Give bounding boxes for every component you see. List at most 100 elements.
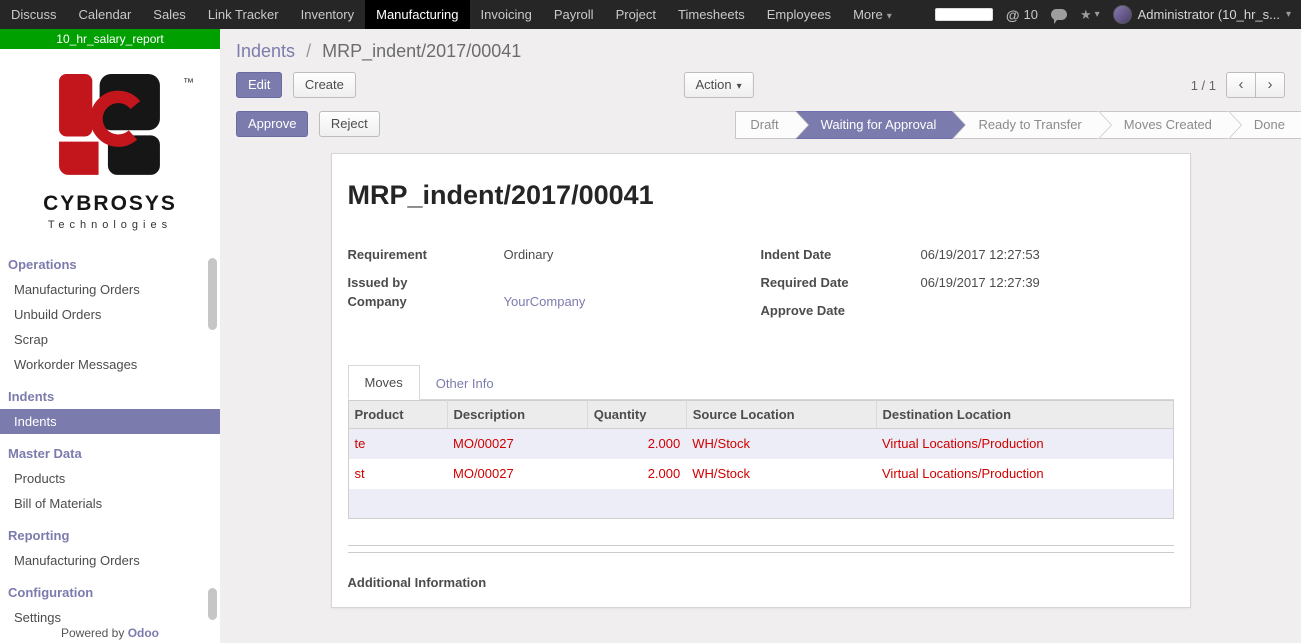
menu-payroll[interactable]: Payroll [543,0,605,29]
step-ready-to-transfer[interactable]: Ready to Transfer [952,111,1097,139]
column-header-quantity[interactable]: Quantity [587,401,686,429]
cell-description: MO/00027 [447,429,587,459]
breadcrumb: Indents / MRP_indent/2017/00041 [236,41,1301,62]
star-icon: ★ [1080,7,1092,23]
planner-progress-bar[interactable] [935,8,993,21]
required-date-value: 06/19/2017 12:27:39 [921,273,1040,292]
field-group: Requirement Ordinary Issued by Company Y… [348,245,1174,329]
pager-count: 1 / 1 [1191,78,1216,93]
cell-product: st [348,459,447,489]
column-header-description[interactable]: Description [447,401,587,429]
create-button[interactable]: Create [293,72,356,98]
menu-manufacturing[interactable]: Manufacturing [365,0,469,29]
powered-by-label: Powered by [61,626,124,640]
indent-date-label: Indent Date [761,245,921,264]
tab-other-info[interactable]: Other Info [420,367,510,400]
menu-timesheets[interactable]: Timesheets [667,0,756,29]
reject-button[interactable]: Reject [319,111,380,137]
breadcrumb-current: MRP_indent/2017/00041 [322,41,521,61]
issued-by-company-value[interactable]: YourCompany [504,292,586,311]
step-draft[interactable]: Draft [735,111,794,139]
approve-button[interactable]: Approve [236,111,308,137]
report-banner: 10_hr_salary_report [0,29,220,49]
section-heading-reporting: Reporting [0,516,220,548]
section-heading-indents: Indents [0,377,220,409]
menu-inventory[interactable]: Inventory [290,0,365,29]
form-sheet: MRP_indent/2017/00041 Requirement Ordina… [331,153,1191,608]
cell-source-location: WH/Stock [686,429,876,459]
step-moves-created[interactable]: Moves Created [1098,111,1228,139]
at-icon: @ [1006,7,1020,23]
section-heading-configuration: Configuration [0,573,220,605]
breadcrumb-separator: / [306,41,311,61]
cell-quantity: 2.000 [587,459,686,489]
sidebar-item-scrap[interactable]: Scrap [0,327,220,352]
step-waiting-for-approval[interactable]: Waiting for Approval [795,111,953,139]
statusbar: Approve Reject Draft Waiting for Approva… [220,111,1301,139]
chevron-down-icon: ▾ [737,81,742,92]
sidebar-item-workorder-messages[interactable]: Workorder Messages [0,352,220,377]
logo-brand: CYBROSYS [0,192,220,216]
tab-moves[interactable]: Moves [348,365,420,400]
sidebar-menu: Operations Manufacturing Orders Unbuild … [0,245,220,630]
messages-count: 10 [1023,7,1037,22]
user-name: Administrator (10_hr_s... [1138,7,1280,22]
odoo-link[interactable]: Odoo [128,626,159,640]
cell-source-location: WH/Stock [686,459,876,489]
chevron-down-icon: ▾ [1286,9,1291,20]
statusbar-steps: Draft Waiting for Approval Ready to Tran… [735,111,1301,139]
sidebar-item-unbuild-orders[interactable]: Unbuild Orders [0,302,220,327]
indent-date-value: 06/19/2017 12:27:53 [921,245,1040,264]
menu-more-label: More [853,7,883,22]
powered-by: Powered by Odoo [0,626,220,640]
tm-mark: ™ [183,77,194,89]
sidebar-item-manufacturing-orders[interactable]: Manufacturing Orders [0,277,220,302]
column-header-product[interactable]: Product [348,401,447,429]
menu-calendar[interactable]: Calendar [68,0,143,29]
breadcrumb-indents-link[interactable]: Indents [236,41,295,61]
sidebar-scrollbar-thumb[interactable] [208,258,217,330]
messages-menu[interactable]: @ 10 [1006,7,1038,23]
user-menu[interactable]: Administrator (10_hr_s... ▾ [1113,5,1291,24]
menu-invoicing[interactable]: Invoicing [470,0,543,29]
sidebar-item-bill-of-materials[interactable]: Bill of Materials [0,491,220,516]
menu-link-tracker[interactable]: Link Tracker [197,0,290,29]
table-row[interactable]: te MO/00027 2.000 WH/Stock Virtual Locat… [348,429,1173,459]
menu-more[interactable]: More ▾ [842,0,903,29]
menu-sales[interactable]: Sales [142,0,197,29]
cybrosys-logo-icon [58,73,162,177]
chevron-down-icon: ▾ [1095,9,1100,20]
table-row[interactable]: st MO/00027 2.000 WH/Stock Virtual Locat… [348,459,1173,489]
menu-project[interactable]: Project [605,0,667,29]
menu-employees[interactable]: Employees [756,0,842,29]
avatar [1113,5,1132,24]
pager-previous-button[interactable]: ‹ [1226,72,1256,98]
star-menu[interactable]: ★ ▾ [1080,7,1100,23]
moves-table: Product Description Quantity Source Loca… [348,400,1174,519]
chat-icon[interactable] [1051,9,1067,20]
separator [348,552,1174,553]
cell-destination-location: Virtual Locations/Production [876,459,1173,489]
required-date-label: Required Date [761,273,921,292]
menu-discuss[interactable]: Discuss [0,0,68,29]
cell-description: MO/00027 [447,459,587,489]
action-label: Action [695,77,731,92]
additional-information-heading: Additional Information [348,575,1174,590]
topbar: Discuss Calendar Sales Link Tracker Inve… [0,0,1301,29]
sidebar-scrollbar-thumb[interactable] [208,588,217,620]
sidebar-item-products[interactable]: Products [0,466,220,491]
company-logo: ™ CYBROSYS Technologies [0,49,220,231]
sidebar-item-manufacturing-orders-report[interactable]: Manufacturing Orders [0,548,220,573]
chevron-down-icon: ▾ [887,11,892,22]
edit-button[interactable]: Edit [236,72,282,98]
cell-quantity: 2.000 [587,429,686,459]
sidebar-item-indents[interactable]: Indents [0,409,220,434]
requirement-value: Ordinary [504,245,554,264]
requirement-label: Requirement [348,245,504,264]
column-header-destination-location[interactable]: Destination Location [876,401,1173,429]
record-title: MRP_indent/2017/00041 [348,180,1174,211]
pager-next-button[interactable]: › [1255,72,1285,98]
section-heading-operations: Operations [0,245,220,277]
column-header-source-location[interactable]: Source Location [686,401,876,429]
action-dropdown[interactable]: Action ▾ [683,72,753,98]
